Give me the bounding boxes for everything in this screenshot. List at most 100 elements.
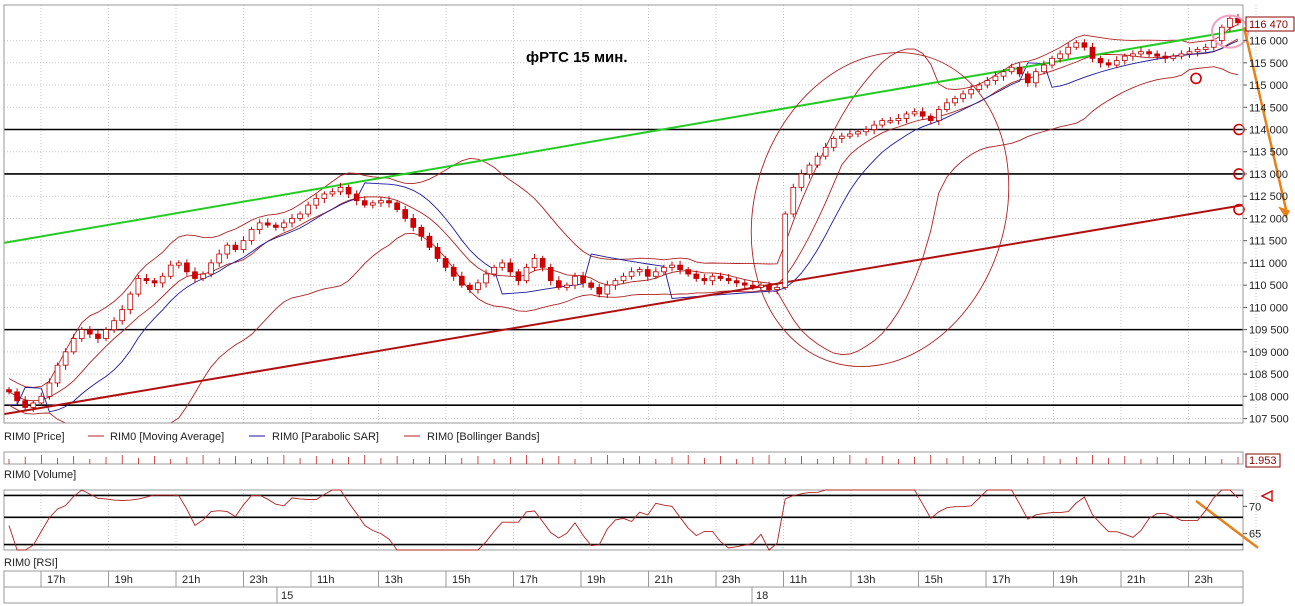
candle-body: [281, 222, 287, 228]
hour-label: 15h: [452, 574, 470, 586]
candle-body: [499, 262, 506, 268]
candle-body: [1049, 57, 1055, 66]
chart-canvas: 107 500 108 000 108 500 109 000 109 500 110 0…: [0, 0, 1295, 606]
candle-body: [572, 275, 578, 286]
candle-body: [944, 102, 950, 110]
hour-label: 23h: [250, 574, 268, 586]
candle-body: [378, 200, 384, 204]
candle-body: [507, 262, 514, 273]
hour-label: 23h: [1195, 574, 1213, 586]
hour-label: 17h: [520, 574, 538, 586]
candle-body: [555, 280, 562, 288]
candle-body: [216, 253, 223, 264]
candle-body: [620, 275, 627, 282]
candle-body: [564, 284, 570, 288]
candle-body: [175, 262, 182, 266]
rsi-panel-title: RIM0 [RSI]: [4, 557, 58, 569]
candle-body: [1041, 64, 1047, 73]
candle-body: [483, 273, 489, 284]
candle-body: [1178, 53, 1185, 57]
y-tick-label: 109 500: [1249, 325, 1289, 337]
candle-body: [863, 129, 869, 133]
legend-sar: RIM0 [Parabolic SAR]: [272, 431, 379, 443]
candle-body: [1000, 71, 1007, 77]
hour-label: 13h: [385, 574, 403, 586]
candle-body: [184, 262, 190, 273]
candle-body: [903, 113, 910, 119]
candle-body: [370, 202, 376, 206]
candle-body: [523, 266, 530, 282]
candle-body: [54, 364, 61, 384]
candle-body: [1065, 46, 1072, 55]
legend-ma: RIM0 [Moving Average]: [110, 431, 224, 443]
chart-title: фРТС 15 мин.: [526, 49, 628, 66]
candle-body: [741, 282, 748, 286]
hour-label: 17h: [47, 574, 65, 586]
candle-body: [135, 278, 142, 295]
y-tick-label: 114 500: [1249, 102, 1288, 114]
candle-body: [879, 120, 886, 126]
candle-body: [200, 273, 206, 279]
y-tick-label: 115 500: [1249, 58, 1288, 70]
candle-body: [814, 155, 821, 166]
candle-body: [661, 266, 667, 273]
candle-body: [467, 284, 473, 290]
candle-body: [1121, 55, 1128, 61]
candle-body: [1227, 17, 1233, 28]
y-tick-label: 112 000: [1249, 213, 1288, 225]
candle-body: [442, 258, 449, 268]
candle-body: [297, 213, 303, 219]
candle-body: [458, 275, 465, 286]
hour-label: 19h: [115, 574, 133, 586]
candle-body: [919, 111, 926, 117]
candle-body: [790, 186, 797, 215]
candle-body: [1138, 51, 1144, 55]
candle-body: [596, 286, 603, 295]
legend-price: RIM0 [Price]: [4, 431, 65, 443]
candle-body: [976, 84, 983, 90]
hour-label: 21h: [655, 574, 673, 586]
candle-body: [669, 264, 675, 268]
candle-body: [87, 329, 93, 335]
candle-body: [62, 351, 69, 366]
volume-value-badge: 1.953: [1245, 453, 1281, 468]
y-tick-label: 111 500: [1249, 236, 1287, 248]
candle-body: [95, 333, 101, 339]
time-axis-days: [3, 586, 1244, 604]
candle-body: [855, 131, 861, 135]
candle-body: [1162, 55, 1169, 59]
candle-body: [750, 284, 756, 288]
candle-body: [264, 222, 271, 226]
candle-body: [822, 146, 829, 157]
y-tick-label: 111 000: [1249, 258, 1287, 270]
y-tick-label: 116 000: [1249, 36, 1288, 48]
candle-body: [272, 224, 279, 228]
candle-body: [782, 213, 789, 288]
y-tick-label: 114 000: [1249, 125, 1288, 137]
candle-body: [450, 266, 457, 277]
hour-label: 17h: [992, 574, 1010, 586]
candle-body: [936, 109, 942, 122]
day-label: 18: [756, 590, 768, 602]
candle-body: [426, 235, 433, 248]
y-tick-label: 108 000: [1249, 391, 1289, 403]
candle-body: [1105, 62, 1112, 66]
candle-body: [1073, 42, 1080, 48]
candle-body: [305, 204, 311, 215]
candle-body: [887, 120, 894, 123]
candle-body: [1219, 26, 1225, 41]
candle-body: [1154, 53, 1160, 57]
hour-label: 11h: [790, 574, 808, 586]
y-tick-label: 108 500: [1249, 369, 1289, 381]
candle-body: [798, 173, 805, 188]
candle-body: [636, 269, 643, 273]
y-tick-label: 110 500: [1249, 280, 1288, 292]
hour-label: 21h: [1127, 574, 1145, 586]
candle-body: [394, 202, 400, 210]
candle-body: [313, 198, 320, 206]
candle-body: [968, 89, 975, 95]
candle-body: [1146, 51, 1152, 55]
hour-label: 23h: [722, 574, 740, 586]
candle-body: [232, 244, 239, 250]
candle-body: [871, 124, 877, 130]
